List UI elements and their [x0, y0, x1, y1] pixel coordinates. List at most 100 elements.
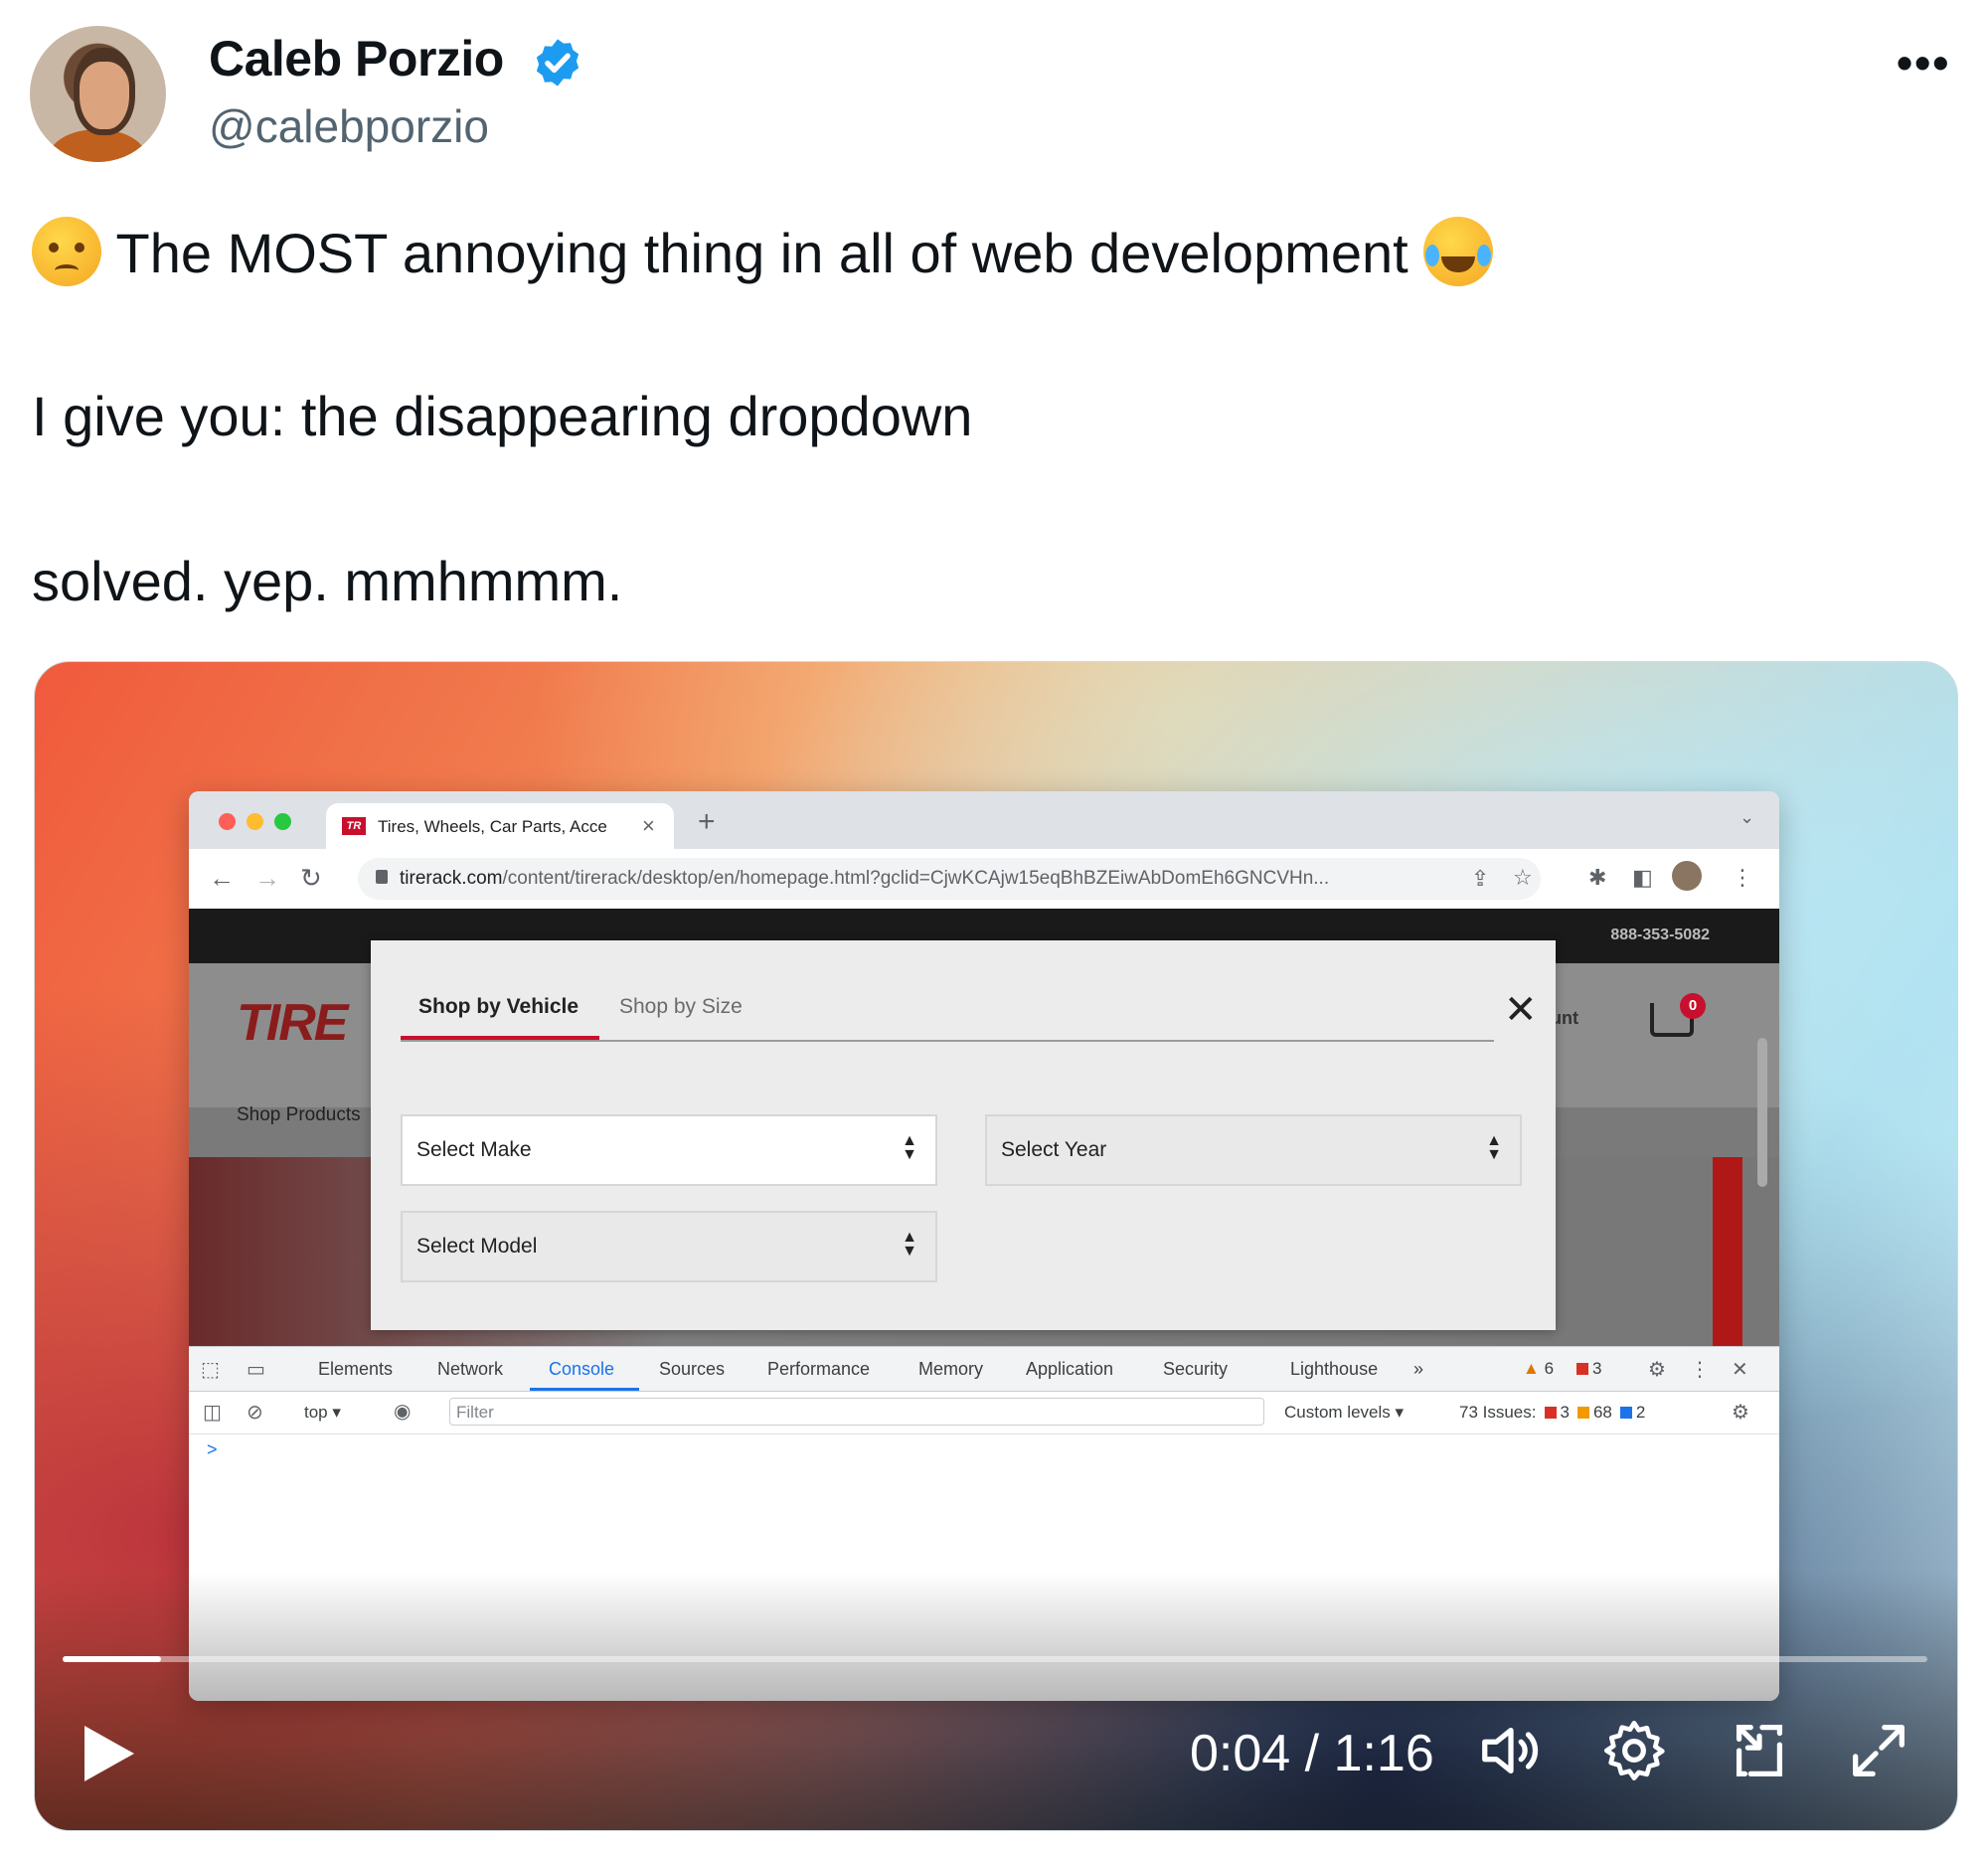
console-filter-input: Filter: [449, 1398, 1264, 1426]
devtools-tab-network: Network: [437, 1359, 504, 1379]
live-expression-eye-icon: ◉: [394, 1401, 412, 1423]
bookmark-star-icon: ☆: [1513, 865, 1533, 890]
devtools-tab-application: Application: [1026, 1359, 1114, 1379]
more-tabs-icon: »: [1413, 1359, 1424, 1379]
select-arrows-icon: ▲ ▼: [1486, 1132, 1502, 1163]
time-separator: /: [1290, 1725, 1334, 1782]
select-arrows-icon: ▲ ▼: [902, 1132, 917, 1163]
favicon: TR: [342, 817, 366, 835]
select-year-label: Select Year: [1001, 1138, 1107, 1161]
video-time: 0:04 / 1:16: [1190, 1724, 1434, 1783]
tab-shop-by-vehicle: Shop by Vehicle: [418, 995, 580, 1018]
browser-tabstrip: TR Tires, Wheels, Car Parts, Acce × + ⌄: [189, 791, 1779, 849]
reload-icon: ↻: [300, 863, 322, 893]
warnings-count: ▲ 6: [1523, 1359, 1554, 1379]
console-prompt: >: [207, 1439, 218, 1459]
select-model-dropdown: Select Model ▲ ▼: [401, 1211, 937, 1282]
shop-products-link: Shop Products: [237, 1104, 361, 1125]
video-progress-bar[interactable]: [63, 1656, 1927, 1662]
minimize-window-dot: [247, 813, 263, 830]
tweet-line-3: solved. yep. mmhmmm.: [32, 550, 623, 612]
url-text: tirerack.com/content/tirerack/desktop/en…: [400, 868, 1463, 890]
context-value: top: [304, 1403, 328, 1422]
console-settings-icon: ⚙: [1732, 1402, 1749, 1424]
url-path: /content/tirerack/desktop/en/homepage.ht…: [502, 868, 1330, 889]
device-toolbar-icon: ▭: [247, 1359, 265, 1381]
log-levels-dropdown: Custom levels ▾: [1284, 1403, 1405, 1422]
page-scrollbar: [1757, 1038, 1767, 1187]
close-tab-icon: ×: [642, 813, 655, 838]
shop-modal: Shop by Vehicle Shop by Size ✕ Select Ma…: [371, 940, 1556, 1330]
modal-close-icon: ✕: [1504, 988, 1538, 1032]
browser-window: TR Tires, Wheels, Car Parts, Acce × + ⌄ …: [189, 791, 1779, 1701]
error-icon: [1576, 1363, 1588, 1375]
volume-icon[interactable]: [1476, 1716, 1546, 1785]
profile-avatar-icon: [1672, 861, 1702, 891]
avatar[interactable]: [30, 26, 166, 162]
verified-badge-icon: [536, 39, 580, 86]
issue-error-icon: [1544, 1407, 1557, 1419]
pip-icon[interactable]: [1725, 1716, 1794, 1785]
devtools-tab-memory: Memory: [918, 1359, 984, 1379]
tweet-line-1-text: The MOST annoying thing in all of web de…: [115, 222, 1408, 284]
devtools-tab-elements: Elements: [318, 1359, 394, 1379]
warning-icon: ▲: [1523, 1359, 1540, 1378]
sidebar-toggle-icon: ◫: [203, 1402, 222, 1424]
devtools-tab-lighthouse: Lighthouse: [1290, 1359, 1379, 1379]
handle[interactable]: @calebporzio: [209, 99, 489, 153]
settings-icon[interactable]: [1599, 1716, 1669, 1785]
video-progress-fill: [63, 1656, 162, 1662]
select-year-dropdown: Select Year ▲ ▼: [985, 1114, 1522, 1186]
issue-info-icon: [1619, 1407, 1632, 1419]
select-arrows-icon: ▲ ▼: [902, 1229, 917, 1260]
devtools-tab-performance: Performance: [767, 1359, 871, 1379]
back-icon: ←: [209, 863, 235, 893]
warnings-value: 6: [1544, 1359, 1555, 1378]
more-options-icon[interactable]: •••: [1897, 36, 1950, 89]
address-bar: tirerack.com/content/tirerack/desktop/en…: [358, 858, 1541, 900]
active-tab-indicator: [530, 1388, 639, 1391]
browser-menu-icon: ⋮: [1732, 865, 1753, 890]
tab-search-chevron-icon: ⌄: [1740, 807, 1755, 827]
context-selector: top ▾: [304, 1403, 341, 1422]
issues-summary: 73 Issues: 3 68 2: [1459, 1403, 1645, 1423]
maximize-window-dot: [274, 813, 291, 830]
video-player[interactable]: TR Tires, Wheels, Car Parts, Acce × + ⌄ …: [34, 661, 1958, 1831]
devtools-tab-security: Security: [1163, 1359, 1229, 1379]
issues-blue-value: 2: [1635, 1403, 1646, 1422]
devtools-tabbar: ⬚ ▭ Elements Network Console Sources Per…: [189, 1347, 1779, 1392]
devtools-tab-sources: Sources: [659, 1359, 726, 1379]
side-panel-icon: ◧: [1632, 865, 1653, 890]
inspect-element-icon: ⬚: [201, 1359, 220, 1381]
devtools-tab-console: Console: [549, 1359, 615, 1379]
phone-number: 888-353-5082: [1610, 926, 1710, 943]
issues-label: 73 Issues:: [1459, 1403, 1537, 1422]
clear-console-icon: ⊘: [247, 1402, 263, 1424]
tab-shop-by-size: Shop by Size: [619, 995, 743, 1018]
display-name[interactable]: Caleb Porzio: [209, 30, 504, 87]
issues-orange-value: 68: [1592, 1403, 1612, 1422]
extensions-icon: ✱: [1588, 865, 1607, 890]
live-chat-tab: [1713, 1157, 1742, 1346]
duration: 1:16: [1333, 1725, 1434, 1782]
modal-tabs: Shop by Vehicle Shop by Size: [401, 980, 1494, 1042]
avatar-face: [74, 48, 135, 135]
errors-count: 3: [1576, 1359, 1601, 1379]
site-logo: TIRE: [237, 994, 348, 1052]
devtools-menu-icon: ⋮: [1690, 1359, 1710, 1381]
url-host: tirerack.com: [400, 868, 503, 889]
cart-count-badge: 0: [1680, 993, 1706, 1019]
browser-toolbar: ← → ↻ tirerack.com/content/tirerack/desk…: [189, 849, 1779, 910]
tears-of-joy-emoji-icon: [1423, 217, 1494, 286]
tweet-line-1: The MOST annoying thing in all of web de…: [32, 217, 1494, 286]
tweet-line-2: I give you: the disappearing dropdown: [32, 385, 973, 447]
lock-icon: [376, 870, 388, 884]
controls-gradient: [35, 1572, 1957, 1830]
new-tab-icon: +: [698, 805, 716, 838]
fullscreen-icon[interactable]: [1844, 1716, 1913, 1785]
select-model-label: Select Model: [416, 1235, 538, 1258]
issues-red-value: 3: [1560, 1403, 1570, 1422]
issue-warning-icon: [1576, 1407, 1589, 1419]
play-icon[interactable]: [84, 1726, 134, 1781]
errors-value: 3: [1592, 1359, 1602, 1378]
